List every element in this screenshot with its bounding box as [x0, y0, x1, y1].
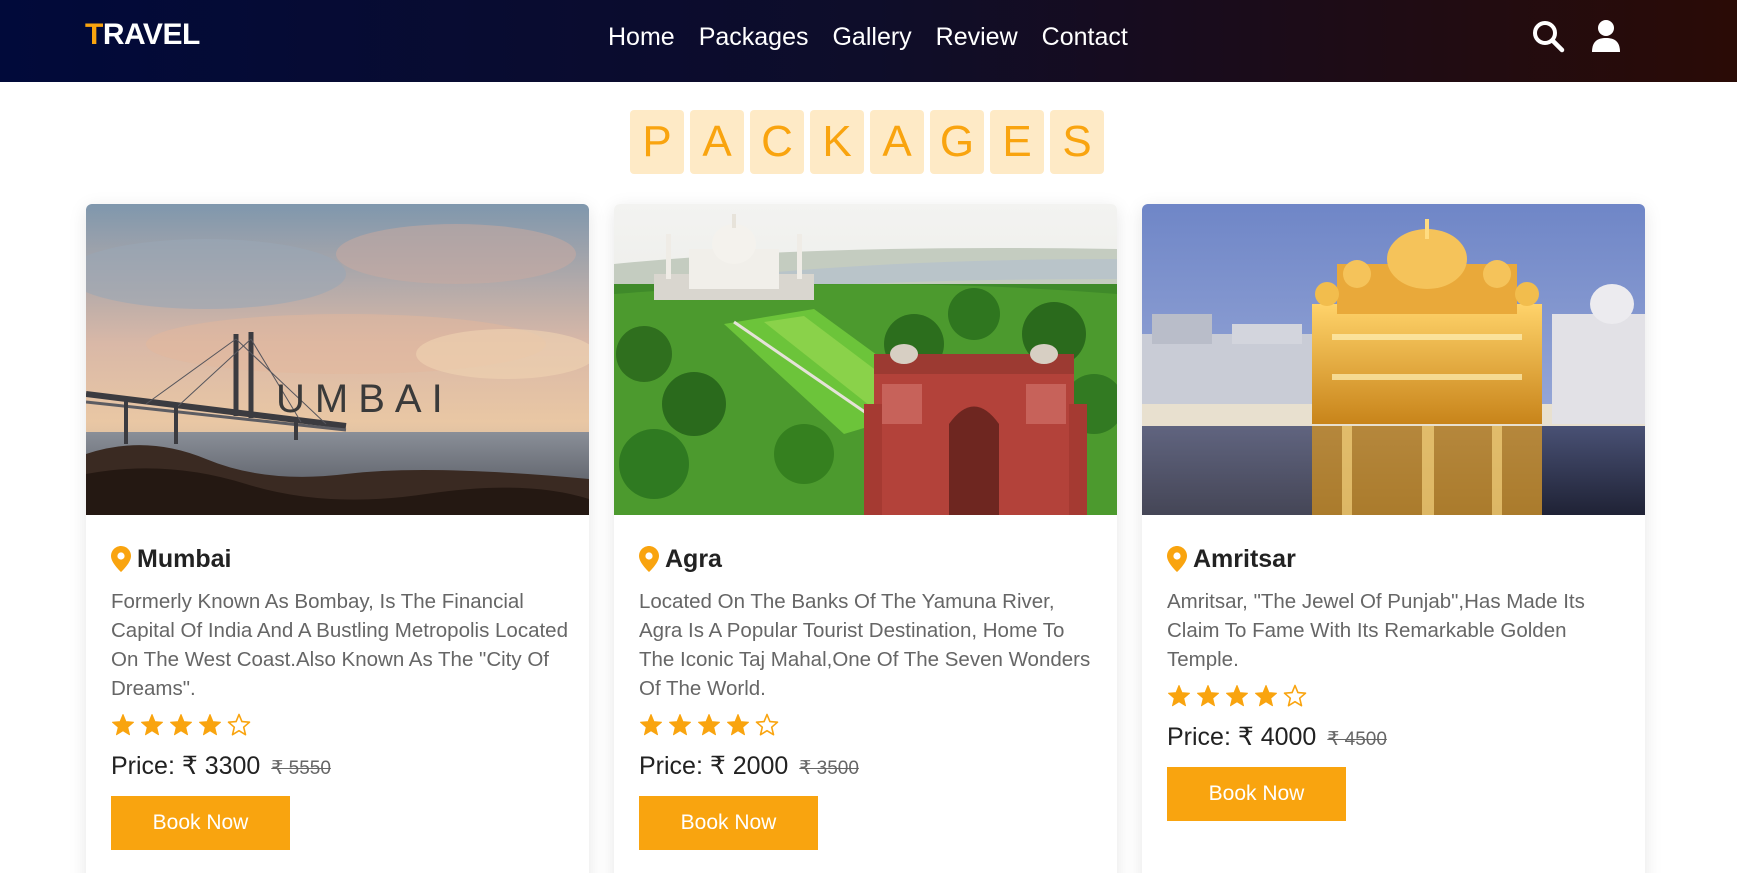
location-name: Mumbai — [137, 544, 232, 573]
logo-rest: RAVEL — [102, 18, 200, 51]
location-row: Amritsar — [1167, 542, 1627, 576]
star-filled-icon — [1255, 685, 1277, 707]
mumbai-image-caption: UMBAI — [276, 377, 453, 421]
star-filled-icon — [1168, 685, 1190, 707]
location-name: Amritsar — [1193, 544, 1296, 573]
location-row: Agra — [639, 542, 1099, 576]
heading-letter: K — [810, 110, 864, 174]
map-pin-icon — [111, 546, 131, 572]
price-row: Price: ₹ 3300 ₹ 5550 — [111, 749, 571, 783]
amritsar-image — [1142, 204, 1645, 515]
current-price: Price: ₹ 3300 — [111, 752, 261, 780]
star-rating — [1167, 684, 1627, 710]
star-filled-icon — [727, 714, 749, 736]
heading-letter: C — [750, 110, 804, 174]
star-outline-icon — [227, 713, 251, 736]
star-filled-icon — [669, 714, 691, 736]
star-filled-icon — [141, 714, 163, 736]
star-filled-icon — [640, 714, 662, 736]
star-outline-icon — [755, 713, 779, 736]
nav-packages[interactable]: Packages — [699, 20, 809, 54]
nav-gallery[interactable]: Gallery — [832, 20, 911, 54]
old-price: ₹ 4500 — [1327, 729, 1387, 750]
heading-letter: A — [870, 110, 924, 174]
location-row: Mumbai — [111, 542, 571, 576]
main-nav: Home Packages Gallery Review Contact — [608, 20, 1152, 54]
package-description: Located On The Banks Of The Yamuna River… — [639, 590, 1091, 700]
book-now-button[interactable]: Book Now — [111, 796, 290, 850]
current-price: Price: ₹ 4000 — [1167, 723, 1317, 751]
old-price: ₹ 3500 — [799, 758, 859, 779]
packages-heading: P A C K A G E S — [630, 110, 1104, 174]
package-card-amritsar: Amritsar Amritsar, "The Jewel Of Punjab"… — [1142, 204, 1645, 873]
star-filled-icon — [1197, 685, 1219, 707]
book-now-button[interactable]: Book Now — [639, 796, 818, 850]
card-body: Agra Located On The Banks Of The Yamuna … — [639, 542, 1099, 850]
star-filled-icon — [199, 714, 221, 736]
star-filled-icon — [698, 714, 720, 736]
current-price: Price: ₹ 2000 — [639, 752, 789, 780]
nav-home[interactable]: Home — [608, 20, 675, 54]
top-navbar: TRAVEL Home Packages Gallery Review Cont… — [0, 0, 1737, 82]
site-logo[interactable]: TRAVEL — [85, 18, 200, 52]
price-row: Price: ₹ 4000 ₹ 4500 — [1167, 720, 1627, 754]
star-filled-icon — [112, 714, 134, 736]
logo-first-letter: T — [85, 18, 103, 51]
mumbai-image: UMBAI — [86, 204, 589, 515]
location-name: Agra — [665, 544, 722, 573]
old-price: ₹ 5550 — [271, 758, 331, 779]
user-icon[interactable] — [1588, 18, 1624, 54]
card-body: Mumbai Formerly Known As Bombay, Is The … — [111, 542, 571, 850]
star-outline-icon — [1283, 684, 1307, 707]
search-icon[interactable] — [1530, 18, 1566, 54]
heading-letter: S — [1050, 110, 1104, 174]
agra-image — [614, 204, 1117, 515]
heading-letter: G — [930, 110, 984, 174]
heading-letter: P — [630, 110, 684, 174]
star-filled-icon — [1226, 685, 1248, 707]
heading-letter: A — [690, 110, 744, 174]
package-card-agra: Agra Located On The Banks Of The Yamuna … — [614, 204, 1117, 873]
book-now-button[interactable]: Book Now — [1167, 767, 1346, 821]
star-rating — [111, 713, 571, 739]
price-row: Price: ₹ 2000 ₹ 3500 — [639, 749, 1099, 783]
package-description: Amritsar, "The Jewel Of Punjab",Has Made… — [1167, 590, 1585, 671]
heading-letter: E — [990, 110, 1044, 174]
nav-review[interactable]: Review — [936, 20, 1018, 54]
card-body: Amritsar Amritsar, "The Jewel Of Punjab"… — [1167, 542, 1627, 821]
map-pin-icon — [1167, 546, 1187, 572]
star-rating — [639, 713, 1099, 739]
nav-contact[interactable]: Contact — [1042, 20, 1128, 54]
star-filled-icon — [170, 714, 192, 736]
map-pin-icon — [639, 546, 659, 572]
package-card-mumbai: UMBAI Mumbai Formerly Known As Bombay, I… — [86, 204, 589, 873]
package-description: Formerly Known As Bombay, Is The Financi… — [111, 590, 568, 700]
